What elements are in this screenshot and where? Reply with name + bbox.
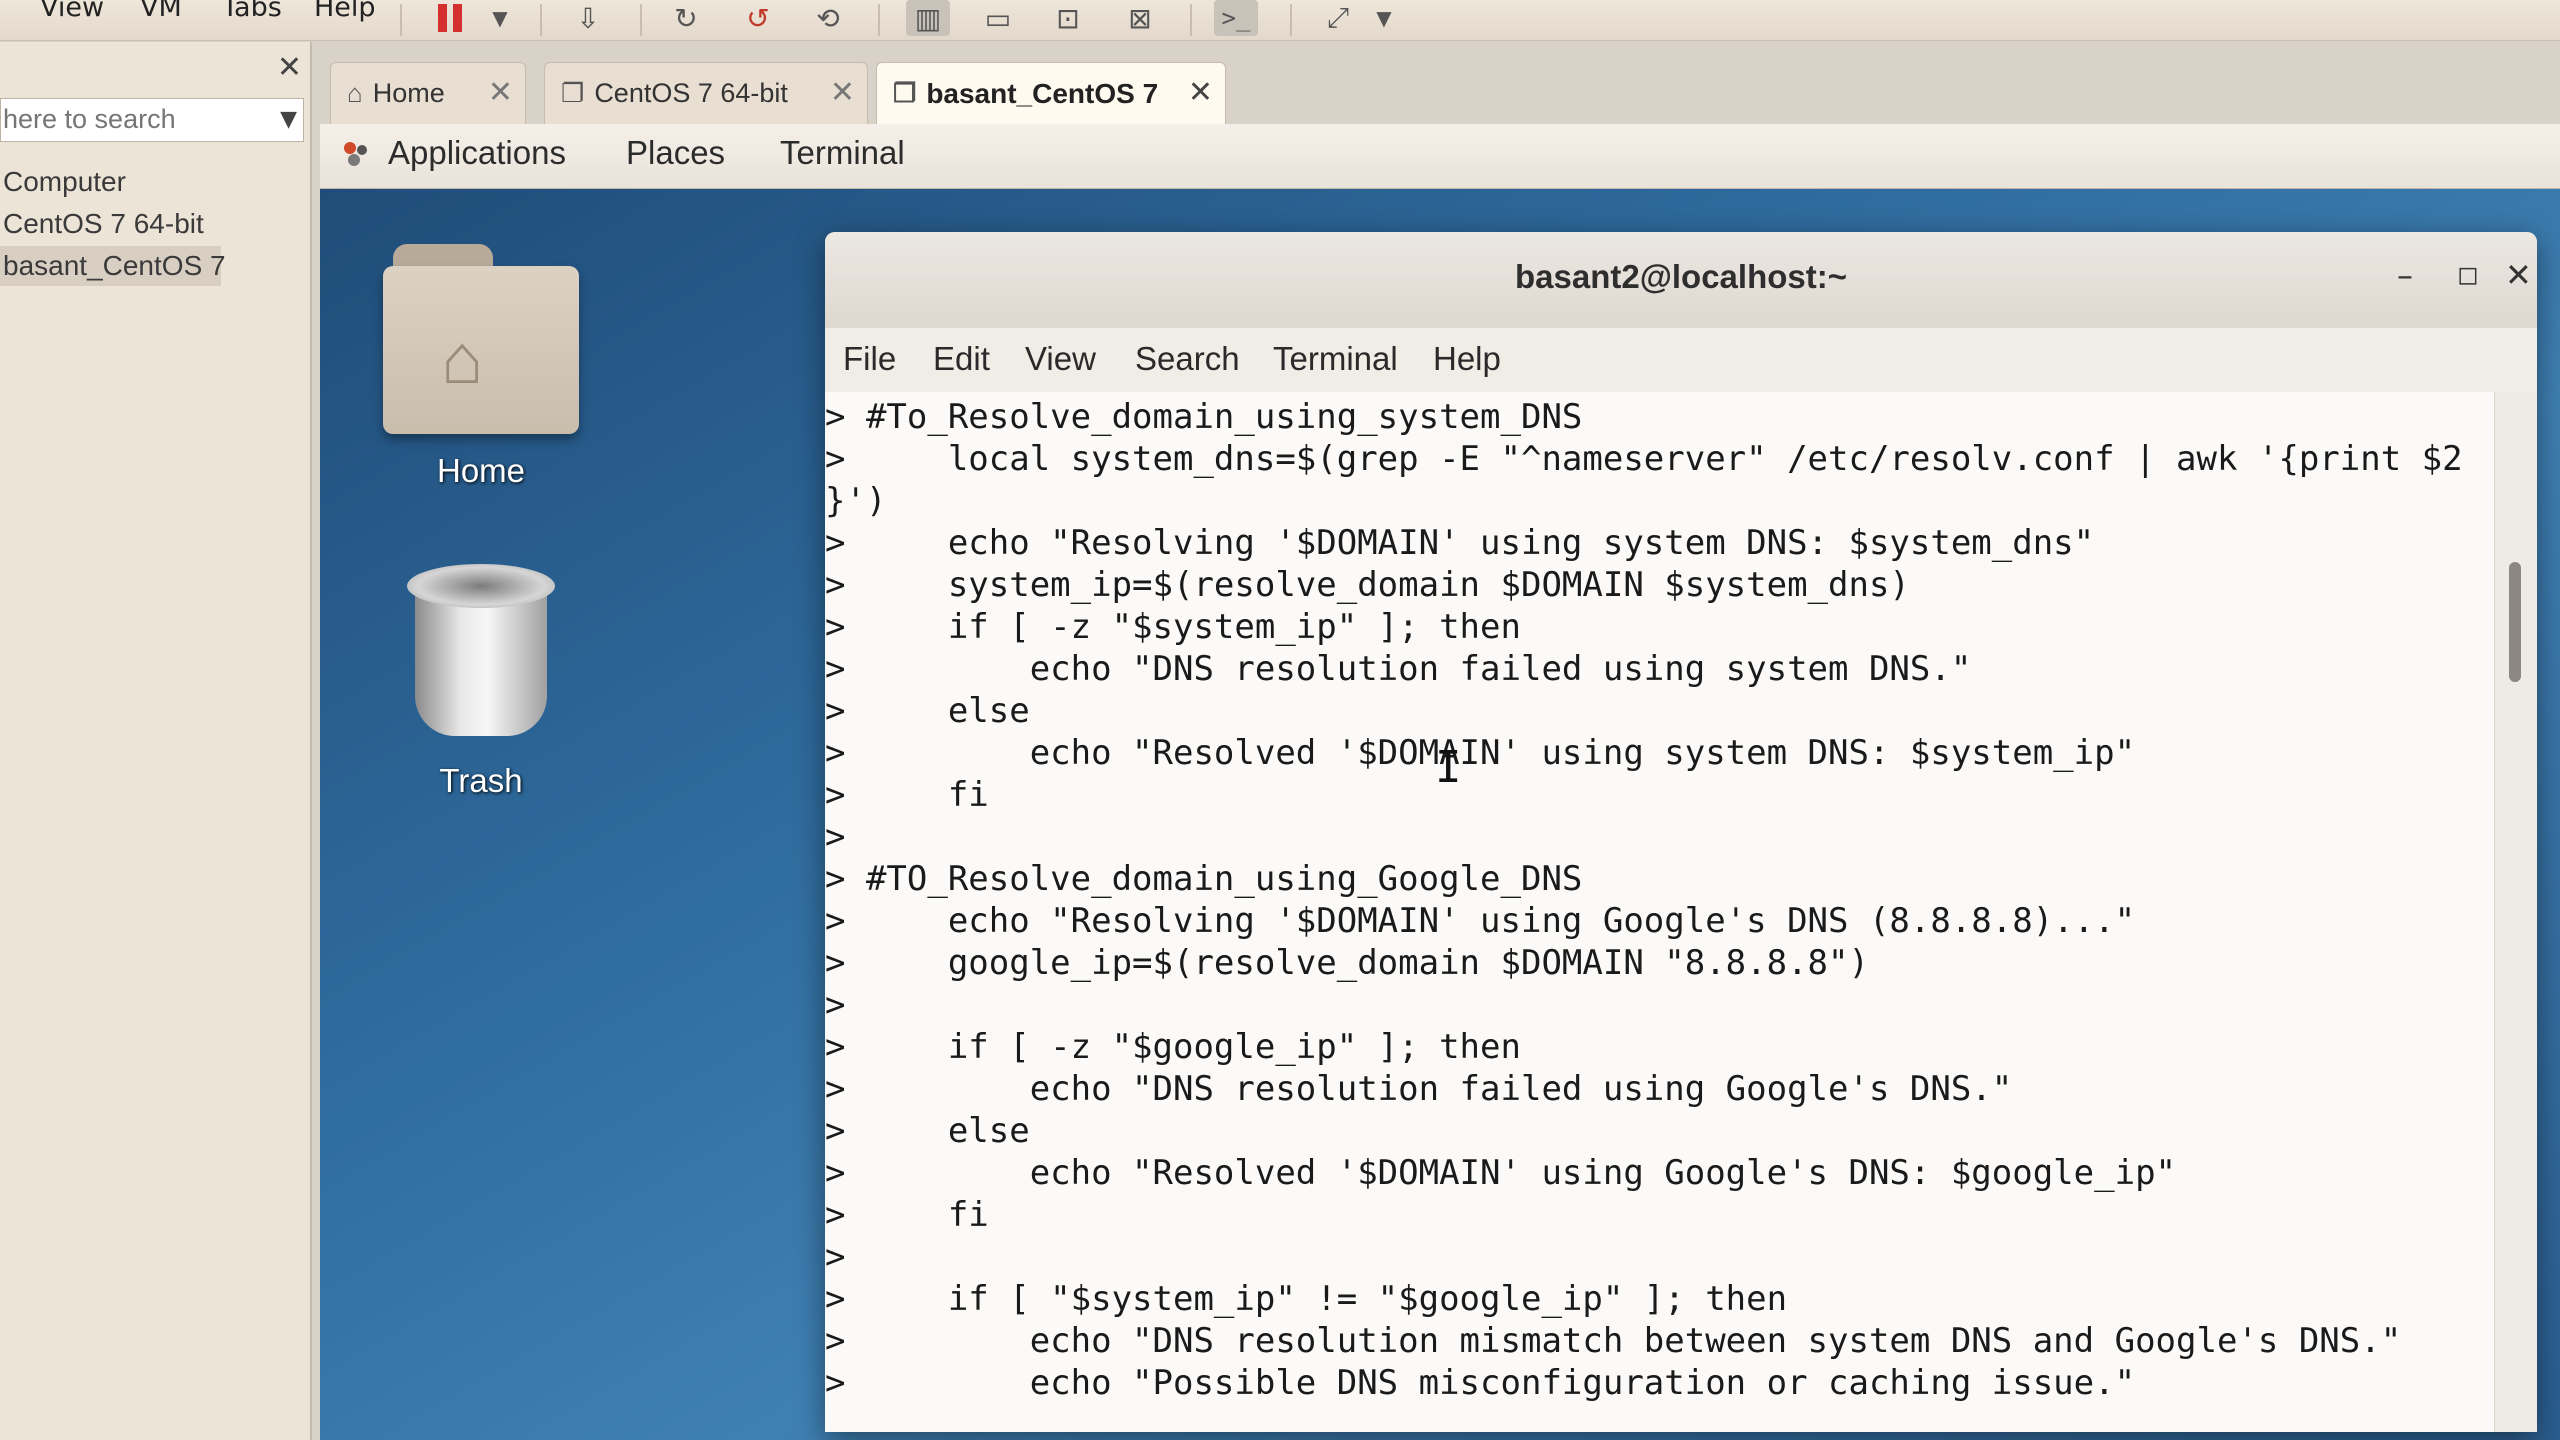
terminal-menu-help[interactable]: Help: [1433, 340, 1501, 378]
revert-snapshot-icon[interactable]: ↺: [736, 0, 780, 36]
desktop-trash-label: Trash: [439, 762, 523, 799]
library-item-computer[interactable]: Computer: [0, 162, 306, 202]
terminal-line: > echo "Resolved '$DOMAIN' using Google'…: [825, 1153, 2177, 1193]
send-keys-icon[interactable]: ⇩: [566, 0, 610, 36]
chevron-down-icon[interactable]: ▼: [280, 107, 297, 132]
terminal-output[interactable]: > #To_Resolve_domain_using_system_DNS > …: [825, 392, 2495, 1432]
chevron-down-icon[interactable]: ▼: [478, 0, 522, 36]
scrollbar-thumb[interactable]: [2509, 562, 2521, 682]
library-search-input[interactable]: [1, 99, 263, 139]
terminal-menu-edit[interactable]: Edit: [933, 340, 990, 378]
library-item-centos7[interactable]: CentOS 7 64-bit: [0, 204, 306, 244]
tab-label: CentOS 7 64-bit: [594, 78, 788, 108]
library-search[interactable]: ▼: [0, 98, 304, 142]
places-menu[interactable]: Places: [626, 134, 725, 172]
home-icon: ⌂: [347, 78, 363, 108]
terminal-line: > else: [825, 1111, 1030, 1151]
terminal-line: > local system_dns=$(grep -E "^nameserve…: [825, 439, 2463, 479]
close-icon[interactable]: ✕: [2505, 256, 2532, 294]
library-view-icon[interactable]: ▥: [906, 0, 950, 36]
terminal-line: > fi: [825, 775, 989, 815]
terminal-menu-search[interactable]: Search: [1135, 340, 1240, 378]
close-icon[interactable]: ✕: [1188, 75, 1213, 110]
terminal-line: > echo "Resolving '$DOMAIN' using system…: [825, 523, 2095, 563]
host-menu-view[interactable]: View: [40, 0, 104, 23]
host-menu-help[interactable]: Help: [314, 0, 376, 23]
trash-icon: [407, 564, 555, 742]
host-menu-vm[interactable]: VM: [140, 0, 182, 23]
snapshot-manager-icon[interactable]: ⟲: [806, 0, 850, 36]
maximize-icon[interactable]: ◻: [2457, 260, 2479, 290]
terminal-line: >: [825, 1237, 846, 1277]
tab-label: Home: [372, 78, 445, 108]
close-icon[interactable]: ✕: [830, 75, 855, 110]
terminal-line: > if [ -z "$system_ip" ]; then: [825, 607, 1521, 647]
fullscreen-icon[interactable]: ⊡: [1046, 0, 1090, 36]
vm-icon: ❐: [561, 78, 585, 108]
tab-home[interactable]: ⌂ Home ✕: [330, 62, 526, 124]
toolbar-separator: [878, 4, 880, 36]
terminal-menu[interactable]: Terminal: [780, 134, 905, 172]
tab-centos7[interactable]: ❐ CentOS 7 64-bit ✕: [544, 62, 868, 124]
pause-icon[interactable]: [428, 0, 472, 36]
chevron-down-icon[interactable]: ▼: [1362, 0, 1406, 36]
terminal-line: > fi: [825, 1195, 989, 1235]
terminal-window[interactable]: basant2@localhost:~ – ◻ ✕ File Edit View…: [825, 232, 2537, 1432]
terminal-menu-terminal[interactable]: Terminal: [1273, 340, 1398, 378]
library-tree: Computer CentOS 7 64-bit basant_CentOS 7: [0, 162, 306, 288]
gnome-top-bar: Applications Places Terminal: [320, 124, 2560, 189]
desktop-trash[interactable]: Trash: [366, 564, 596, 800]
terminal-line: > echo "Resolving '$DOMAIN' using Google…: [825, 901, 2136, 941]
library-item-basant-centos7[interactable]: basant_CentOS 7: [0, 246, 226, 286]
home-folder-icon: ⌂: [383, 244, 579, 434]
applications-icon: [344, 142, 367, 166]
terminal-titlebar[interactable]: basant2@localhost:~ – ◻ ✕: [825, 232, 2537, 329]
vm-running-icon: ❐: [893, 78, 917, 108]
terminal-line: > echo "DNS resolution mismatch between …: [825, 1321, 2402, 1361]
close-icon[interactable]: ✕: [277, 50, 302, 85]
stretch-icon[interactable]: ⤢: [1316, 0, 1360, 36]
toolbar-separator: [1290, 4, 1292, 36]
vm-display[interactable]: Applications Places Terminal ⌂ Home Tras…: [320, 124, 2560, 1440]
terminal-menu-view[interactable]: View: [1025, 340, 1096, 378]
applications-menu[interactable]: Applications: [388, 134, 566, 172]
toolbar-separator: [540, 4, 542, 36]
desktop-home[interactable]: ⌂ Home: [366, 244, 596, 490]
tab-basant-centos7[interactable]: ❐ basant_CentOS 7 ✕: [876, 62, 1226, 124]
minimize-icon[interactable]: –: [2397, 256, 2413, 294]
close-icon[interactable]: ✕: [488, 75, 513, 110]
host-menu-tabs[interactable]: Tabs: [222, 0, 282, 23]
terminal-line: > if [ -z "$google_ip" ]; then: [825, 1027, 1521, 1067]
terminal-scrollbar[interactable]: [2494, 392, 2537, 1432]
terminal-line: > echo "Possible DNS misconfiguration or…: [825, 1363, 2136, 1403]
terminal-line: >: [825, 985, 846, 1025]
terminal-line: > #To_Resolve_domain_using_system_DNS: [825, 397, 1583, 437]
terminal-menubar: File Edit View Search Terminal Help: [825, 328, 2537, 393]
terminal-line: >: [825, 817, 846, 857]
toolbar-separator: [1190, 4, 1192, 36]
unity-icon[interactable]: ⊠: [1118, 0, 1162, 36]
terminal-line: > #TO_Resolve_domain_using_Google_DNS: [825, 859, 1583, 899]
terminal-line: > if [ "$system_ip" != "$google_ip" ]; t…: [825, 1279, 1788, 1319]
host-toolbar: View VM Tabs Help ▼ ⇩ ↻ ↺ ⟲ ▥ ▭ ⊡ ⊠ >_ ⤢…: [0, 0, 2560, 41]
text-cursor-icon: I: [1435, 742, 1462, 793]
console-view-icon[interactable]: >_: [1214, 0, 1258, 36]
terminal-line: > google_ip=$(resolve_domain $DOMAIN "8.…: [825, 943, 1869, 983]
toolbar-separator: [640, 4, 642, 36]
terminal-line: > echo "DNS resolution failed using Goog…: [825, 1069, 2013, 1109]
terminal-line: > system_ip=$(resolve_domain $DOMAIN $sy…: [825, 565, 1910, 605]
library-panel: ✕ ▼ Computer CentOS 7 64-bit basant_Cent…: [0, 42, 312, 1440]
snapshot-icon[interactable]: ↻: [664, 0, 708, 36]
thumbnail-bar-icon[interactable]: ▭: [976, 0, 1020, 36]
terminal-line: }'): [825, 481, 887, 521]
terminal-line: > else: [825, 691, 1030, 731]
terminal-menu-file[interactable]: File: [843, 340, 896, 378]
terminal-line: > echo "Resolved '$DOMAIN' using system …: [825, 733, 2136, 773]
terminal-line: > echo "DNS resolution failed using syst…: [825, 649, 1972, 689]
terminal-title: basant2@localhost:~: [1514, 258, 1847, 295]
desktop-home-label: Home: [436, 452, 526, 489]
tab-label: basant_CentOS 7: [926, 77, 1159, 109]
toolbar-separator: [400, 4, 402, 36]
